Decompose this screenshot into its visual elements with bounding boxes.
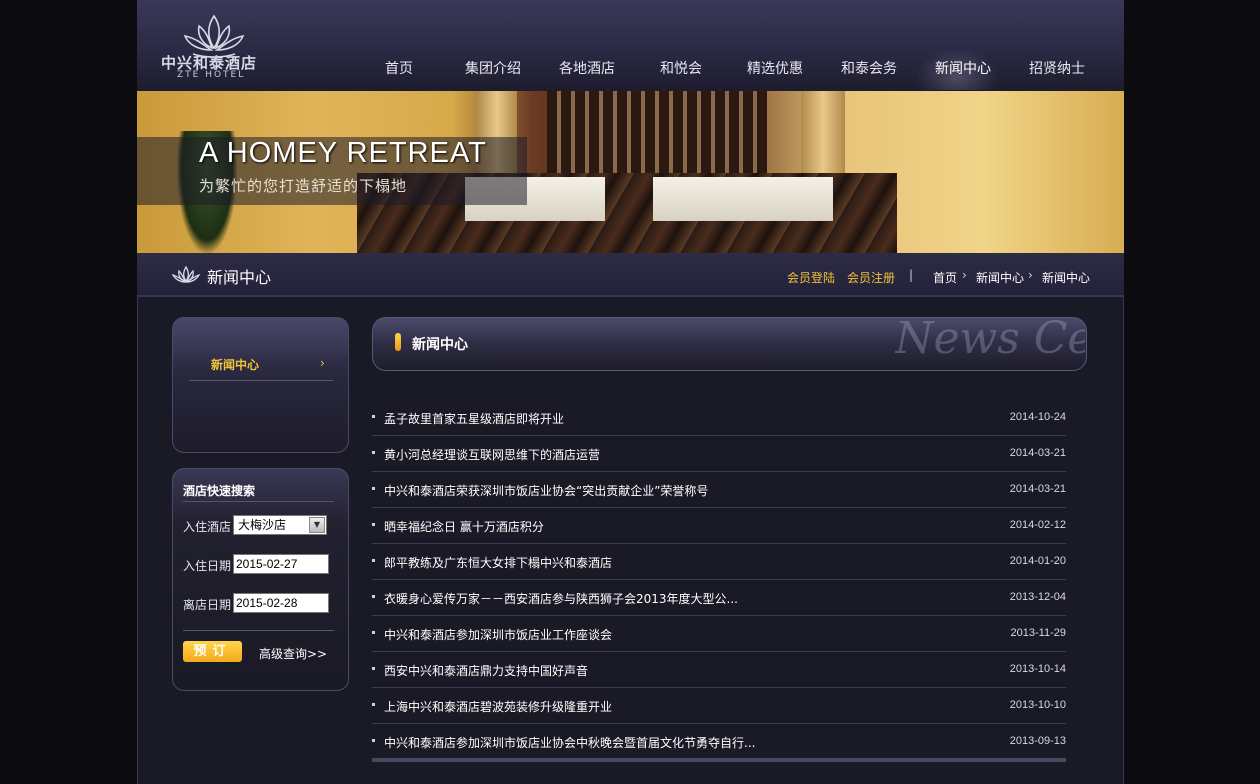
news-title[interactable]: 中兴和泰酒店参加深圳市饭店业协会中秋晚会暨首届文化节勇夺自行... [384, 734, 755, 751]
news-title[interactable]: 孟子故里首家五星级酒店即将开业 [384, 410, 564, 427]
section-title: 新闻中心 [207, 268, 272, 287]
book-button[interactable]: 预订 [183, 641, 242, 662]
checkin-label: 入住日期 [183, 559, 232, 573]
nav-item-hotels[interactable]: 各地酒店 [539, 58, 635, 78]
quick-search-title: 酒店快速搜索 [183, 484, 256, 498]
banner-desk-right [653, 177, 833, 221]
news-title[interactable]: 黄小河总经理谈互联网思维下的酒店运营 [384, 446, 600, 463]
news-list: 孟子故里首家五星级酒店即将开业 2014-10-24 黄小河总经理谈互联网思维下… [372, 400, 1066, 760]
breadcrumb-arrow-icon: › [1028, 268, 1033, 282]
banner-curtain-right [801, 91, 845, 181]
quick-search-divider [183, 501, 334, 502]
news-item[interactable]: 西安中兴和泰酒店鼎力支持中国好声音 2013-10-14 [372, 652, 1066, 688]
news-date: 2014-10-24 [1009, 411, 1066, 423]
bullet-icon [372, 523, 375, 526]
nav-item-careers[interactable]: 招贤纳士 [1009, 58, 1105, 78]
news-title[interactable]: 上海中兴和泰酒店碧波苑装修升级隆重开业 [384, 698, 612, 715]
breadcrumb-current: 新闻中心 [1042, 271, 1091, 285]
nav-item-news[interactable]: 新闻中心 [915, 58, 1011, 78]
news-date: 2014-03-21 [1009, 483, 1066, 495]
title-marker-icon [395, 333, 401, 351]
bullet-icon [372, 451, 375, 454]
news-item[interactable]: 上海中兴和泰酒店碧波苑装修升级隆重开业 2013-10-10 [372, 688, 1066, 724]
news-item[interactable]: 衣暖身心爱传万家－－西安酒店参与陕西狮子会2013年度大型公... 2013-1… [372, 580, 1066, 616]
news-title[interactable]: 中兴和泰酒店荣获深圳市饭店业协会“突出贡献企业”荣誉称号 [384, 482, 708, 499]
news-item[interactable]: 中兴和泰酒店荣获深圳市饭店业协会“突出贡献企业”荣誉称号 2014-03-21 [372, 472, 1066, 508]
nav-item-heyue-club[interactable]: 和悦会 [633, 58, 729, 78]
checkout-label: 离店日期 [183, 598, 232, 612]
bullet-icon [372, 739, 375, 742]
banner-subline: 为繁忙的您打造舒适的下榻地 [199, 177, 408, 195]
news-date: 2013-11-29 [1010, 627, 1066, 639]
content-watermark: News Center [895, 313, 1085, 364]
lotus-icon [171, 266, 201, 283]
news-title[interactable]: 中兴和泰酒店参加深圳市饭店业工作座谈会 [384, 626, 612, 643]
bullet-icon [372, 559, 375, 562]
hotel-label: 入住酒店 [183, 520, 232, 534]
news-title[interactable]: 郎平教练及广东恒大女排下榻中兴和泰酒店 [384, 554, 612, 571]
news-date: 2014-03-21 [1009, 447, 1066, 459]
chevron-down-icon[interactable]: ▼ [309, 517, 325, 533]
bullet-icon [372, 703, 375, 706]
news-date: 2013-10-10 [1009, 699, 1066, 711]
news-title[interactable]: 西安中兴和泰酒店鼎力支持中国好声音 [384, 662, 588, 679]
banner-wood-wall [547, 91, 767, 183]
chevron-right-icon: › [320, 356, 325, 370]
content-title: 新闻中心 [412, 337, 468, 353]
header: 中兴和泰酒店 ZTE HOTEL 首页 集团介绍 各地酒店 和悦会 精选优惠 和… [137, 0, 1124, 91]
member-register-link[interactable]: 会员注册 [847, 269, 895, 286]
banner-headline: A HOMEY RETREAT [199, 137, 487, 169]
news-item[interactable]: 中兴和泰酒店参加深圳市饭店业协会中秋晚会暨首届文化节勇夺自行... 2013-0… [372, 724, 1066, 760]
nav-item-offers[interactable]: 精选优惠 [727, 58, 823, 78]
sidebar-item-news[interactable]: 新闻中心 [211, 356, 259, 373]
news-list-footer-bar [372, 758, 1066, 762]
bullet-icon [372, 631, 375, 634]
news-item[interactable]: 晒幸福纪念日 赢十万酒店积分 2014-02-12 [372, 508, 1066, 544]
news-date: 2013-09-13 [1009, 735, 1066, 747]
advanced-search-link[interactable]: 高级查询>> [259, 645, 327, 662]
news-date: 2014-02-12 [1009, 519, 1066, 531]
news-item[interactable]: 黄小河总经理谈互联网思维下的酒店运营 2014-03-21 [372, 436, 1066, 472]
bullet-icon [372, 595, 375, 598]
hotel-select-value: 大梅沙店 [238, 518, 287, 532]
member-login-link[interactable]: 会员登陆 [787, 269, 835, 286]
news-date: 2013-12-04 [1009, 591, 1066, 603]
bullet-icon [372, 487, 375, 490]
nav-item-meetings[interactable]: 和泰会务 [821, 58, 917, 78]
quick-search-divider-2 [183, 630, 334, 631]
bullet-icon [372, 667, 375, 670]
news-date: 2014-01-20 [1009, 555, 1066, 567]
sidebar-divider [189, 380, 333, 381]
nav-item-home[interactable]: 首页 [351, 58, 447, 78]
news-title[interactable]: 衣暖身心爱传万家－－西安酒店参与陕西狮子会2013年度大型公... [384, 590, 738, 607]
breadcrumb-home[interactable]: 首页 [933, 269, 957, 286]
separator: | [909, 268, 914, 282]
breadcrumb-news[interactable]: 新闻中心 [976, 269, 1024, 286]
news-title[interactable]: 晒幸福纪念日 赢十万酒店积分 [384, 518, 544, 535]
bullet-icon [372, 415, 375, 418]
checkin-date-field[interactable]: 2015-02-27 [233, 554, 329, 574]
hero-banner: A HOMEY RETREAT 为繁忙的您打造舒适的下榻地 [137, 91, 1124, 253]
news-item[interactable]: 郎平教练及广东恒大女排下榻中兴和泰酒店 2014-01-20 [372, 544, 1066, 580]
nav-item-group-intro[interactable]: 集团介绍 [445, 58, 541, 78]
news-item[interactable]: 孟子故里首家五星级酒店即将开业 2014-10-24 [372, 400, 1066, 436]
news-date: 2013-10-14 [1009, 663, 1066, 675]
checkout-date-field[interactable]: 2015-02-28 [233, 593, 329, 613]
breadcrumb-arrow-icon: › [962, 268, 967, 282]
news-item[interactable]: 中兴和泰酒店参加深圳市饭店业工作座谈会 2013-11-29 [372, 616, 1066, 652]
hotel-select[interactable]: 大梅沙店 ▼ [233, 515, 327, 535]
brand-name-en: ZTE HOTEL [177, 70, 246, 80]
sidebar-menu [172, 317, 349, 453]
